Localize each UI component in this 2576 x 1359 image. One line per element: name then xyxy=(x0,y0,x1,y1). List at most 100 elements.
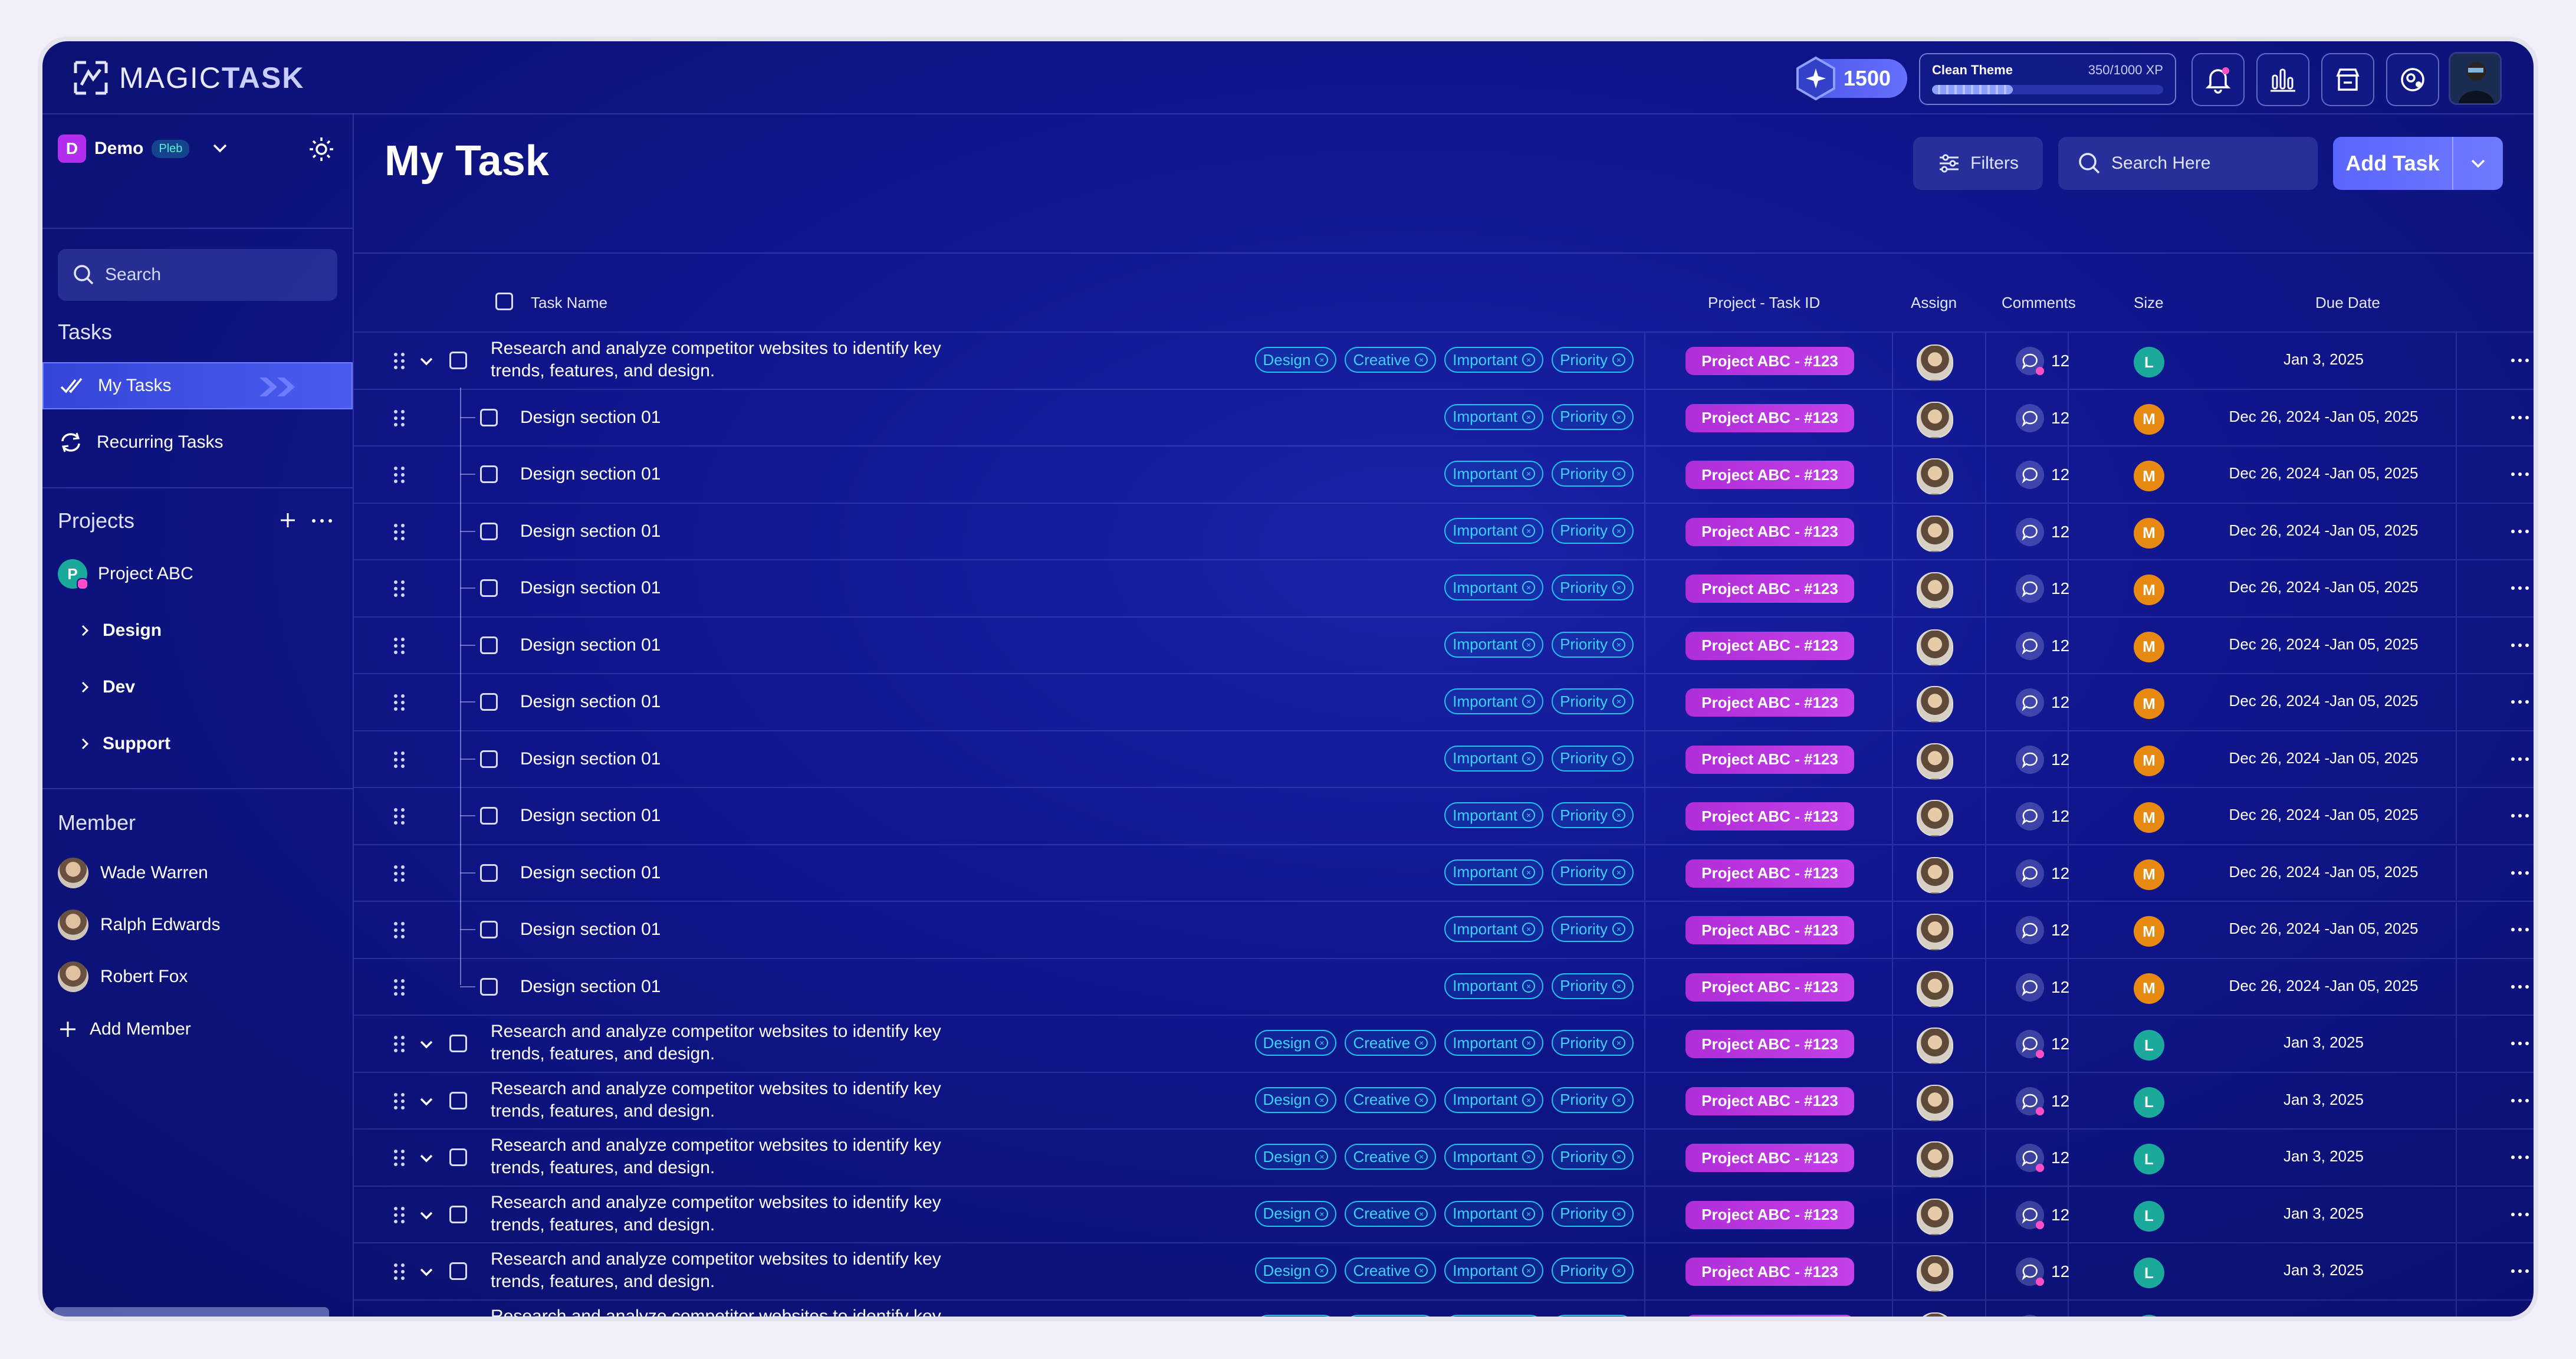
project-task-id-badge[interactable]: Project ABC - #123 xyxy=(1685,859,1854,888)
more-icon[interactable] xyxy=(2511,1269,2529,1273)
remove-tag-icon[interactable]: × xyxy=(1315,1150,1329,1163)
chevron-down-icon[interactable] xyxy=(418,1150,435,1167)
size-badge[interactable]: M xyxy=(2134,403,2164,435)
remove-tag-icon[interactable]: × xyxy=(1522,751,1536,765)
table-row[interactable]: Design section 01 Important × Priority × Proj… xyxy=(354,787,2534,844)
chevron-down-icon[interactable] xyxy=(418,1036,435,1053)
remove-tag-icon[interactable]: × xyxy=(1315,1264,1329,1277)
comments-count[interactable]: 12 xyxy=(2016,575,2069,603)
remove-tag-icon[interactable]: × xyxy=(1612,865,1625,879)
project-task-id-badge[interactable]: Project ABC - #123 xyxy=(1685,1258,1854,1286)
remove-tag-icon[interactable]: × xyxy=(1415,353,1428,366)
project-task-id-badge[interactable]: Project ABC - #123 xyxy=(1685,688,1854,717)
remove-tag-icon[interactable]: × xyxy=(1522,410,1536,424)
more-icon[interactable] xyxy=(2511,1156,2529,1159)
remove-tag-icon[interactable]: × xyxy=(1415,1093,1428,1107)
project-task-id-badge[interactable]: Project ABC - #123 xyxy=(1685,1314,1854,1317)
table-row[interactable]: Design section 01 Important × Priority × Proj… xyxy=(354,559,2534,616)
remove-tag-icon[interactable]: × xyxy=(1315,1207,1329,1220)
assignee-avatar[interactable] xyxy=(1917,515,1953,552)
drag-icon[interactable] xyxy=(393,1206,406,1225)
tag-creative[interactable]: Creative× xyxy=(1345,1144,1437,1170)
remove-tag-icon[interactable]: × xyxy=(1612,638,1625,651)
comments-count[interactable]: 12 xyxy=(2016,1314,2069,1317)
assignee-avatar[interactable] xyxy=(1917,458,1953,495)
tag-creative[interactable]: Creative× xyxy=(1345,1314,1437,1317)
notifications-button[interactable] xyxy=(2191,53,2245,106)
user-avatar[interactable] xyxy=(2449,52,2502,105)
assignee-avatar[interactable] xyxy=(1917,970,1953,1007)
assignee-avatar[interactable] xyxy=(1917,800,1953,836)
tag-important[interactable]: Important× xyxy=(1444,631,1544,658)
remove-tag-icon[interactable]: × xyxy=(1522,865,1536,879)
size-badge[interactable]: M xyxy=(2134,517,2164,549)
tag-important[interactable]: Important× xyxy=(1444,745,1544,772)
size-badge[interactable]: M xyxy=(2134,461,2164,491)
remove-tag-icon[interactable]: × xyxy=(1522,695,1536,708)
due-date[interactable]: Jan 3, 2025 xyxy=(2194,1147,2453,1166)
more-icon[interactable] xyxy=(2511,643,2529,647)
task-name[interactable]: Research and analyze competitor websites… xyxy=(491,1078,941,1122)
drag-icon[interactable] xyxy=(393,1092,406,1111)
more-icon[interactable] xyxy=(2511,359,2529,362)
more-icon[interactable] xyxy=(2511,415,2529,419)
select-all-checkbox[interactable] xyxy=(495,293,513,310)
project-task-id-badge[interactable]: Project ABC - #123 xyxy=(1685,403,1854,432)
remove-tag-icon[interactable]: × xyxy=(1612,353,1625,366)
xp-progress-card[interactable]: Clean Theme 350/1000 XP xyxy=(1919,53,2176,105)
tag-creative[interactable]: Creative× xyxy=(1345,1258,1437,1284)
table-row[interactable]: Design section 01 Important × Priority × Proj… xyxy=(354,730,2534,787)
tag-priority[interactable]: Priority× xyxy=(1552,631,1634,658)
drag-icon[interactable] xyxy=(393,978,406,997)
gear-icon[interactable] xyxy=(308,136,335,163)
remove-tag-icon[interactable]: × xyxy=(1522,979,1536,993)
subproject-dev[interactable]: Dev xyxy=(42,667,353,708)
more-icon[interactable] xyxy=(2511,814,2529,818)
add-task-button[interactable]: Add Task xyxy=(2333,137,2503,190)
tag-design[interactable]: Design× xyxy=(1254,1258,1337,1284)
size-badge[interactable]: M xyxy=(2134,973,2164,1004)
size-badge[interactable]: L xyxy=(2134,1314,2164,1317)
tag-important[interactable]: Important× xyxy=(1444,403,1544,430)
table-row[interactable]: Research and analyze competitor websites… xyxy=(354,1015,2534,1072)
remove-tag-icon[interactable]: × xyxy=(1612,751,1625,765)
search-input[interactable]: Search Here xyxy=(2058,137,2318,190)
tag-priority[interactable]: Priority× xyxy=(1552,1030,1634,1056)
task-name[interactable]: Research and analyze competitor websites… xyxy=(491,1191,941,1236)
assignee-avatar[interactable] xyxy=(1917,1084,1953,1121)
logo[interactable]: MAGICTASK xyxy=(72,59,304,97)
subtask-checkbox[interactable] xyxy=(480,693,498,711)
table-row[interactable]: Design section 01 Important × Priority × Proj… xyxy=(354,445,2534,503)
due-date[interactable]: Jan 3, 2025 xyxy=(2194,1204,2453,1223)
subtask-checkbox[interactable] xyxy=(480,465,498,483)
more-icon[interactable] xyxy=(2511,757,2529,761)
more-icon[interactable] xyxy=(2511,529,2529,533)
subtask-checkbox[interactable] xyxy=(480,864,498,882)
remove-tag-icon[interactable]: × xyxy=(1522,638,1536,651)
subproject-support[interactable]: Support xyxy=(42,723,353,764)
project-item-abc[interactable]: P Project ABC xyxy=(42,553,353,595)
drag-icon[interactable] xyxy=(393,921,406,940)
remove-tag-icon[interactable]: × xyxy=(1612,1207,1625,1220)
remove-tag-icon[interactable]: × xyxy=(1522,1036,1536,1049)
remove-tag-icon[interactable]: × xyxy=(1612,467,1625,480)
table-row[interactable]: Research and analyze competitor websites… xyxy=(354,1185,2534,1242)
project-task-id-badge[interactable]: Project ABC - #123 xyxy=(1685,1144,1854,1172)
remove-tag-icon[interactable]: × xyxy=(1612,581,1625,594)
due-date[interactable]: Dec 26, 2024 -Jan 05, 2025 xyxy=(2194,920,2453,938)
chevron-down-icon[interactable] xyxy=(418,1207,435,1225)
more-icon[interactable] xyxy=(2511,928,2529,931)
table-row[interactable]: Research and analyze competitor websites… xyxy=(354,1299,2534,1317)
more-icon[interactable] xyxy=(2511,1098,2529,1102)
project-task-id-badge[interactable]: Project ABC - #123 xyxy=(1685,517,1854,546)
table-row[interactable]: Design section 01 Important × Priority × Proj… xyxy=(354,901,2534,958)
subproject-design[interactable]: Design xyxy=(42,610,353,651)
tag-important[interactable]: Important× xyxy=(1444,347,1544,373)
add-task-dropdown[interactable] xyxy=(2452,137,2503,190)
task-name[interactable]: Research and analyze competitor websites… xyxy=(491,1305,941,1317)
tag-priority[interactable]: Priority× xyxy=(1552,688,1634,714)
comments-count[interactable]: 12 xyxy=(2016,461,2069,489)
due-date[interactable]: Dec 26, 2024 -Jan 05, 2025 xyxy=(2194,977,2453,995)
remove-tag-icon[interactable]: × xyxy=(1522,353,1536,366)
project-task-id-badge[interactable]: Project ABC - #123 xyxy=(1685,461,1854,489)
